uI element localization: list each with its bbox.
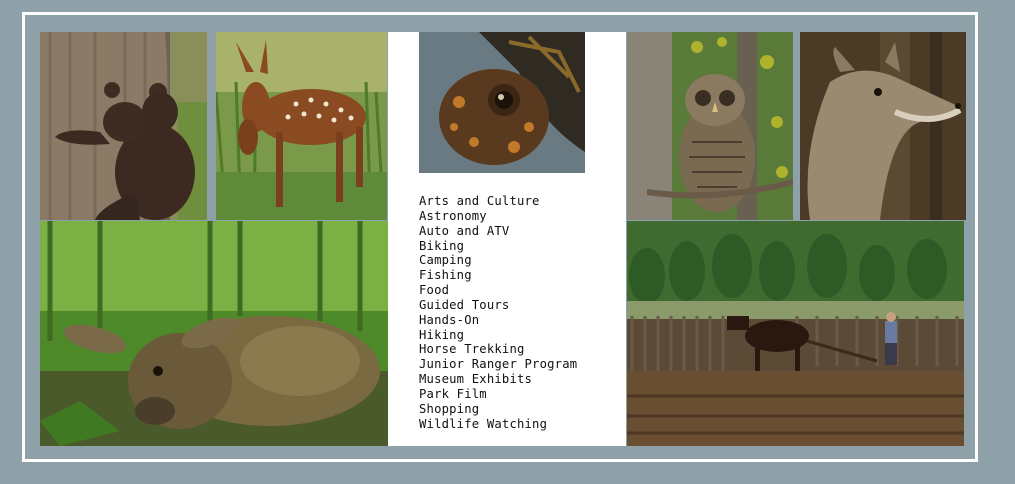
activity-fishing[interactable]: Fishing [419, 268, 577, 283]
photo-barred-owl[interactable] [627, 32, 793, 220]
activity-auto-and-atv[interactable]: Auto and ATV [419, 224, 577, 239]
activity-shopping[interactable]: Shopping [419, 402, 577, 417]
activity-guided-tours[interactable]: Guided Tours [419, 298, 577, 313]
activity-arts-and-culture[interactable]: Arts and Culture [419, 194, 577, 209]
activities-list: Arts and Culture Astronomy Auto and ATV … [419, 194, 577, 432]
photo-farmer-plowing[interactable] [627, 221, 964, 446]
activity-food[interactable]: Food [419, 283, 577, 298]
photo-bear-cub[interactable] [40, 32, 207, 220]
activity-horse-trekking[interactable]: Horse Trekking [419, 342, 577, 357]
activity-camping[interactable]: Camping [419, 253, 577, 268]
photo-coyote[interactable] [800, 32, 966, 220]
activity-park-film[interactable]: Park Film [419, 387, 577, 402]
activity-biking[interactable]: Biking [419, 239, 577, 254]
photo-box-turtle[interactable] [419, 32, 585, 173]
activity-museum-exhibits[interactable]: Museum Exhibits [419, 372, 577, 387]
activity-junior-ranger-program[interactable]: Junior Ranger Program [419, 357, 577, 372]
activity-hiking[interactable]: Hiking [419, 328, 577, 343]
photo-resting-fawn[interactable] [40, 221, 388, 446]
photo-fawn[interactable] [216, 32, 387, 220]
activity-wildlife-watching[interactable]: Wildlife Watching [419, 417, 577, 432]
activity-astronomy[interactable]: Astronomy [419, 209, 577, 224]
activity-hands-on[interactable]: Hands-On [419, 313, 577, 328]
